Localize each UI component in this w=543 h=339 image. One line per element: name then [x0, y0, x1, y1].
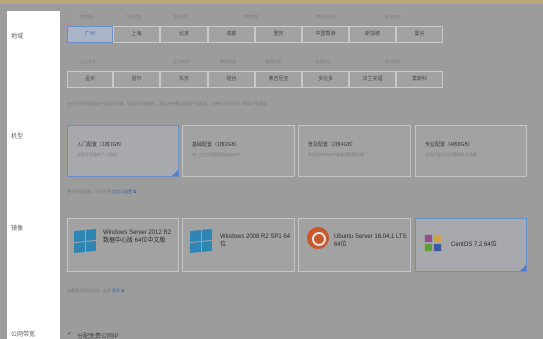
region-group-label: 华东地区	[126, 14, 142, 19]
config-note-text: 更多机型配置，可以选择	[67, 189, 111, 194]
free-ip-label: 分配免费公网IP	[77, 334, 119, 339]
config-title: 普及配置（2核4GB）	[308, 142, 356, 148]
region-group-label: 华北地区	[173, 14, 189, 19]
region-beijing[interactable]: 北京	[160, 26, 208, 43]
config-note: 更多机型配置，可以选择 自定义配置 ⧉	[67, 189, 136, 195]
config-card-pro[interactable]: 专业配置（4核8GB） 适用于较大访问量的业务场景	[415, 125, 527, 177]
region-group-label: 西南地区	[243, 14, 259, 19]
region-group-label: 北美地区	[315, 59, 331, 64]
custom-config-link[interactable]: 自定义配置	[112, 189, 132, 194]
image-title: Windows Server 2012 R2 数据中心版 64位中文版	[103, 230, 172, 244]
image-note: 如需其他操作系统，选择 更多 ⧉	[67, 288, 124, 294]
region-group-label: 美国东部	[265, 59, 281, 64]
sidebar	[7, 11, 60, 339]
check-icon[interactable]: ✓	[67, 331, 73, 337]
ubuntu-icon	[307, 227, 329, 249]
config-desc: 有一定访问量的网站或APP	[192, 152, 241, 157]
config-desc: 适用于较大访问量的业务场景	[425, 152, 477, 157]
selected-corner-icon	[520, 265, 526, 271]
config-title: 入门配置（1核1GB）	[77, 142, 125, 148]
region-seoul[interactable]: 首尔	[113, 71, 160, 88]
region-singapore[interactable]: 新加坡	[349, 26, 396, 43]
label-instance-type: 机型	[11, 134, 24, 140]
image-title: Ubuntu Server 16.04.1 LTS 64位	[334, 234, 407, 248]
region-group-label: 亚太南部	[173, 59, 189, 64]
region-chengdu[interactable]: 成都	[208, 26, 255, 43]
config-desc: 并发适中的APP或普通数据处理	[308, 152, 365, 157]
region-chongqing[interactable]: 重庆	[255, 26, 302, 43]
config-card-standard[interactable]: 普及配置（2核4GB） 并发适中的APP或普通数据处理	[298, 125, 411, 177]
region-bangkok[interactable]: 曼谷	[396, 26, 443, 43]
image-note-text: 如需其他操作系统，选择	[67, 288, 111, 293]
image-title: CentOS 7.2 64位	[451, 242, 497, 248]
config-title: 基础配置（1核2GB）	[192, 142, 240, 148]
external-link-icon: ⧉	[133, 189, 137, 194]
region-virginia[interactable]: 弗吉尼亚	[255, 71, 302, 88]
region-silicon-valley[interactable]: 硅谷	[208, 71, 255, 88]
config-card-entry[interactable]: 入门配置（1核1GB） 适用于初级的个人网站	[67, 125, 179, 177]
region-group-label: 美国西部	[220, 59, 236, 64]
region-frankfurt[interactable]: 法兰克福	[349, 71, 396, 88]
config-desc: 适用于初级的个人网站	[77, 152, 117, 157]
image-card-win2012[interactable]: Windows Server 2012 R2 数据中心版 64位中文版	[67, 218, 179, 272]
more-images-link[interactable]: 更多	[112, 288, 120, 293]
region-group-label: 港澳台地区	[316, 14, 336, 19]
image-title: Windows 2008 R2 SP1 64位	[220, 234, 291, 248]
region-group-label: 亚太东南	[385, 14, 401, 19]
image-card-centos[interactable]: CentOS 7.2 64位	[415, 218, 527, 272]
region-guangzhou[interactable]: 广州	[67, 26, 113, 43]
config-card-basic[interactable]: 基础配置（1核2GB） 有一定访问量的网站或APP	[182, 125, 295, 177]
external-link-icon: ⧉	[121, 288, 125, 293]
region-shanghai[interactable]: 上海	[113, 26, 160, 43]
config-title: 专业配置（4核8GB）	[425, 142, 473, 148]
region-mumbai[interactable]: 孟买	[67, 71, 113, 88]
selected-corner-icon	[172, 170, 178, 176]
windows-icon	[190, 228, 212, 254]
region-hongkong[interactable]: 中国香港	[302, 26, 349, 43]
image-card-win2008[interactable]: Windows 2008 R2 SP1 64位	[182, 218, 295, 272]
label-region: 地域	[11, 34, 24, 40]
region-moscow[interactable]: 莫斯科	[396, 71, 443, 88]
label-image: 镜像	[11, 226, 24, 232]
image-card-ubuntu[interactable]: Ubuntu Server 16.04.1 LTS 64位	[298, 218, 411, 272]
region-toronto[interactable]: 多伦多	[302, 71, 349, 88]
top-notice-bar	[0, 0, 543, 4]
centos-icon	[424, 234, 442, 252]
region-note: 处在不同地域的云产品内网不通，购买后不能更换。建议选择靠近您客户的地域，以降低访…	[67, 101, 267, 106]
region-group-label: 华南地区	[79, 14, 95, 19]
region-group-label: 亚太东北	[80, 59, 96, 64]
region-group-label: 欧洲地区	[385, 59, 401, 64]
region-tokyo[interactable]: 东京	[160, 71, 208, 88]
windows-icon	[74, 228, 96, 254]
label-bandwidth: 公网带宽	[11, 332, 36, 338]
